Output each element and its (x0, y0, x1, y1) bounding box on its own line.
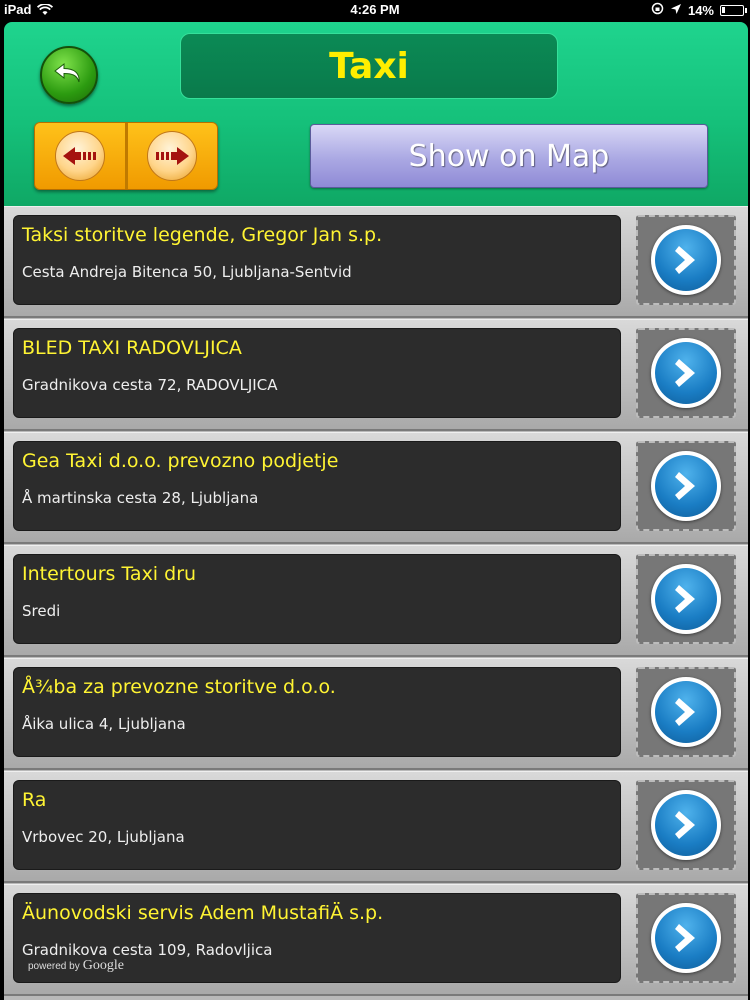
battery-icon (720, 4, 747, 16)
status-time: 4:26 PM (350, 2, 400, 17)
previous-button[interactable] (35, 123, 125, 189)
place-address: Sredi (22, 602, 61, 620)
place-name: Gea Taxi d.o.o. prevozno podjetje (22, 450, 339, 472)
chevron-right-icon (675, 698, 695, 726)
google-attribution: powered by Google (28, 958, 124, 974)
chevron-right-icon (675, 811, 695, 839)
chevron-right-icon (675, 246, 695, 274)
header-bar: Taxi Show on Map (4, 22, 748, 206)
arrow-right-icon (156, 147, 190, 165)
list-item: Ra Vrbovec 20, Ljubljana (4, 771, 748, 883)
battery-percent: 14% (687, 2, 714, 18)
place-name: Ra (22, 789, 47, 811)
place-name: BLED TAXI RADOVLJICA (22, 337, 242, 359)
place-address: Gradnikova cesta 72, RADOVLJICA (22, 376, 278, 394)
list-item: Taksi storitve legende, Gregor Jan s.p. … (4, 206, 748, 318)
detail-button[interactable] (636, 893, 736, 983)
prev-next-group (34, 122, 218, 190)
place-card[interactable]: BLED TAXI RADOVLJICA Gradnikova cesta 72… (13, 328, 621, 418)
page-title: Taxi (329, 45, 409, 87)
orientation-lock-icon (651, 2, 664, 18)
detail-button[interactable] (636, 328, 736, 418)
place-card[interactable]: Gea Taxi d.o.o. prevozno podjetje Å mart… (13, 441, 621, 531)
back-button[interactable] (40, 46, 98, 104)
list-item: Gea Taxi d.o.o. prevozno podjetje Å mart… (4, 432, 748, 544)
place-name: Äunovodski servis Adem MustafiÄ s.p. (22, 902, 384, 924)
show-on-map-label: Show on Map (408, 138, 610, 174)
location-icon (670, 3, 682, 18)
place-address: Åika ulica 4, Ljubljana (22, 715, 186, 733)
detail-button[interactable] (636, 441, 736, 531)
place-card[interactable]: Å¾ba za prevozne storitve d.o.o. Åika ul… (13, 667, 621, 757)
detail-button[interactable] (636, 667, 736, 757)
list-item: Å¾ba za prevozne storitve d.o.o. Åika ul… (4, 658, 748, 770)
detail-button[interactable] (636, 554, 736, 644)
place-address: Cesta Andreja Bitenca 50, Ljubljana-Sent… (22, 263, 352, 281)
list-item: BLED TAXI RADOVLJICA Gradnikova cesta 72… (4, 319, 748, 431)
place-card[interactable]: Taksi storitve legende, Gregor Jan s.p. … (13, 215, 621, 305)
list-item: Intertours Taxi dru Sredi (4, 545, 748, 657)
place-address: Gradnikova cesta 109, Radovljica (22, 941, 273, 959)
page-title-box: Taxi (180, 33, 558, 99)
place-name: Taksi storitve legende, Gregor Jan s.p. (22, 224, 383, 246)
place-card[interactable]: Ra Vrbovec 20, Ljubljana (13, 780, 621, 870)
place-name: Å¾ba za prevozne storitve d.o.o. (22, 676, 336, 698)
detail-button[interactable] (636, 780, 736, 870)
place-name: Intertours Taxi dru (22, 563, 197, 585)
attribution-brand: Google (82, 958, 124, 973)
list-item: Äunovodski servis Adem MustafiÄ s.p. Gra… (4, 884, 748, 996)
status-bar: iPad 4:26 PM 14% (0, 0, 750, 20)
arrow-left-icon (62, 147, 96, 165)
next-button[interactable] (124, 123, 218, 189)
show-on-map-button[interactable]: Show on Map (310, 124, 708, 188)
place-address: Å martinska cesta 28, Ljubljana (22, 489, 259, 507)
place-card[interactable]: Intertours Taxi dru Sredi (13, 554, 621, 644)
attribution-prefix: powered by (28, 961, 80, 972)
places-list: Taksi storitve legende, Gregor Jan s.p. … (4, 206, 748, 1000)
chevron-right-icon (675, 359, 695, 387)
chevron-right-icon (675, 472, 695, 500)
chevron-right-icon (675, 585, 695, 613)
place-address: Vrbovec 20, Ljubljana (22, 828, 185, 846)
detail-button[interactable] (636, 215, 736, 305)
chevron-right-icon (675, 924, 695, 952)
back-arrow-icon (54, 62, 80, 83)
